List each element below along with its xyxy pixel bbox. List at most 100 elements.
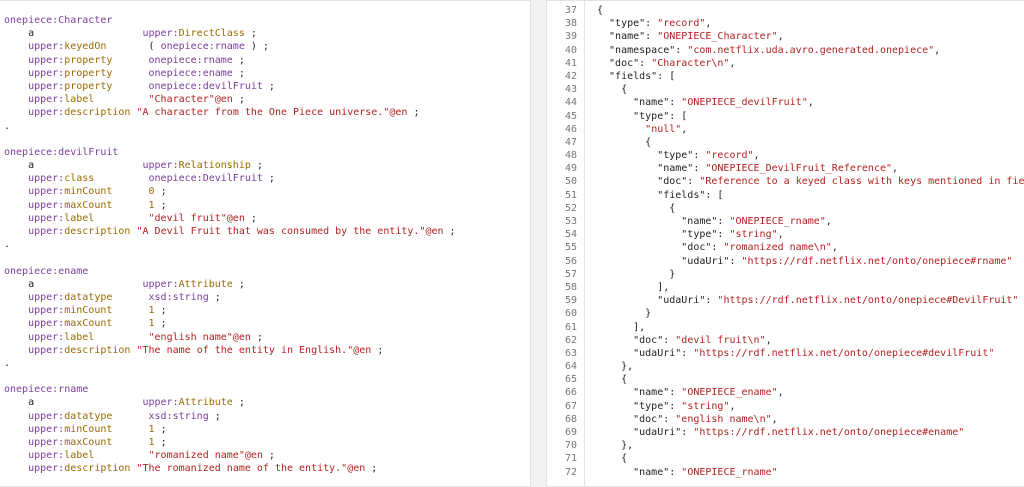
code-token: upper: <box>4 410 65 422</box>
code-line: 47 { <box>547 136 1024 149</box>
code-line: upper:label "english name"@en ; <box>4 331 530 344</box>
code-token: "A character from the One Piece universe… <box>136 107 408 119</box>
code-token: onepiece:rname <box>160 41 245 53</box>
code-line: 68 "doc": "english name\n", <box>547 413 1024 426</box>
code-content: "doc": "Reference to a keyed class with … <box>577 175 1024 188</box>
code-token: }, <box>597 440 634 452</box>
code-token: "udaUri": <box>597 295 718 307</box>
line-number: 64 <box>564 361 577 373</box>
code-line: 53 "name": "ONEPIECE_rname", <box>547 215 1024 228</box>
code-token: upper: <box>4 67 65 79</box>
code-token: upper: <box>4 186 65 198</box>
code-token: "string" <box>729 229 778 241</box>
code-token: "devil fruit"@en <box>148 212 245 224</box>
code-token: "https://rdf.netflix.net/onto/onepiece#d… <box>693 347 995 359</box>
code-line: 43 { <box>547 83 1024 96</box>
code-token: "Reference to a keyed class with keys me… <box>699 176 1024 188</box>
code-line: upper:label "devil fruit"@en ; <box>4 212 530 225</box>
code-line: upper:description "The romanized name of… <box>4 462 530 475</box>
code-content: "udaUri": "https://rdf.netflix.net/onto/… <box>577 426 964 439</box>
code-line: 59 "udaUri": "https://rdf.netflix.net/on… <box>547 294 1024 307</box>
code-line: upper:property onepiece:rname ; <box>4 54 530 67</box>
code-token: , <box>777 387 784 399</box>
line-number: 58 <box>564 281 577 293</box>
line-number: 67 <box>564 400 577 412</box>
code-token: ; <box>232 397 245 409</box>
line-number: 52 <box>564 202 577 214</box>
code-token: "Character\n" <box>651 57 730 69</box>
code-token: "type": <box>597 18 658 30</box>
code-token: upper: <box>4 107 65 119</box>
code-token: ], <box>597 321 646 333</box>
avro-schema-panel[interactable]: 37{38 "type": "record", 39 "name": "ONEPI… <box>546 0 1024 487</box>
code-token: { <box>597 5 604 16</box>
code-line: onepiece:devilFruit <box>4 146 530 159</box>
line-number: 51 <box>564 189 577 201</box>
code-token: Relationship <box>178 160 251 172</box>
code-token: maxCount <box>64 199 113 211</box>
code-token: onepiece:rname <box>148 54 233 66</box>
code-line: 63 "udaUri": "https://rdf.netflix.net/on… <box>547 347 1024 360</box>
code-token: xsd:string <box>148 291 209 303</box>
code-token: upper: <box>34 28 179 40</box>
code-token: DirectClass <box>178 28 245 40</box>
code-token: "udaUri": <box>597 347 694 359</box>
code-token: description <box>64 107 131 119</box>
code-line: 58 ], <box>547 281 1024 294</box>
code-token: label <box>64 450 95 462</box>
code-token: property <box>64 80 113 92</box>
code-line: 65 { <box>547 373 1024 386</box>
code-token: }, <box>597 361 634 373</box>
code-token: upper: <box>4 226 65 237</box>
code-token: label <box>64 331 95 343</box>
code-line: 72 "name": "ONEPIECE_rname" <box>547 466 1024 479</box>
code-token: , <box>729 57 736 69</box>
code-token: , <box>777 31 784 43</box>
line-number: 68 <box>564 413 577 425</box>
code-token: { <box>597 84 628 96</box>
code-line: upper:keyedOn ( onepiece:rname ) ; <box>4 40 530 53</box>
code-content: "type": "record", <box>577 149 759 162</box>
code-line: 51 "fields": [ <box>547 189 1024 202</box>
code-token: ; <box>154 423 167 435</box>
code-line: onepiece:rname <box>4 383 530 396</box>
code-content: { <box>577 452 627 465</box>
code-token: ; <box>208 410 221 422</box>
code-token: ; <box>262 80 275 92</box>
code-line: 39 "name": "ONEPIECE_Character", <box>547 30 1024 43</box>
line-number: 53 <box>564 216 577 227</box>
code-token: upper: <box>4 212 65 224</box>
code-token: "doc": <box>597 334 676 346</box>
line-number: 49 <box>564 163 577 175</box>
code-token: description <box>64 463 131 475</box>
code-token: upper: <box>34 397 179 409</box>
code-token: "romanized name"@en <box>148 450 263 462</box>
turtle-code-panel[interactable]: onepiece:Character a upper:DirectClass ;… <box>0 0 531 487</box>
line-number: 46 <box>564 123 577 135</box>
line-number: 41 <box>564 57 577 69</box>
code-line: upper:description "A Devil Fruit that wa… <box>4 225 530 238</box>
code-token: "type": <box>597 229 730 241</box>
code-token: "record" <box>657 18 706 30</box>
code-line: upper:class onepiece:DevilFruit ; <box>4 172 530 185</box>
code-line: 60 } <box>547 307 1024 320</box>
code-content: }, <box>577 439 633 452</box>
code-token: upper: <box>4 199 65 211</box>
code-line: upper:description "The name of the entit… <box>4 344 530 357</box>
line-number: 47 <box>564 136 577 148</box>
code-token: upper: <box>4 450 65 462</box>
code-token: ( <box>106 41 161 53</box>
code-content: "udaUri": "https://rdf.netflix.net/onto/… <box>577 347 994 360</box>
code-line: 40 "namespace": "com.netflix.uda.avro.ge… <box>547 44 1024 57</box>
code-token: "ONEPIECE_ename" <box>681 387 778 399</box>
code-content: "type": "record", <box>577 17 711 30</box>
code-token: ) ; <box>244 41 269 53</box>
code-line: 42 "fields": [ <box>547 70 1024 83</box>
code-token: upper: <box>4 423 65 435</box>
code-token: Attribute <box>178 397 233 409</box>
